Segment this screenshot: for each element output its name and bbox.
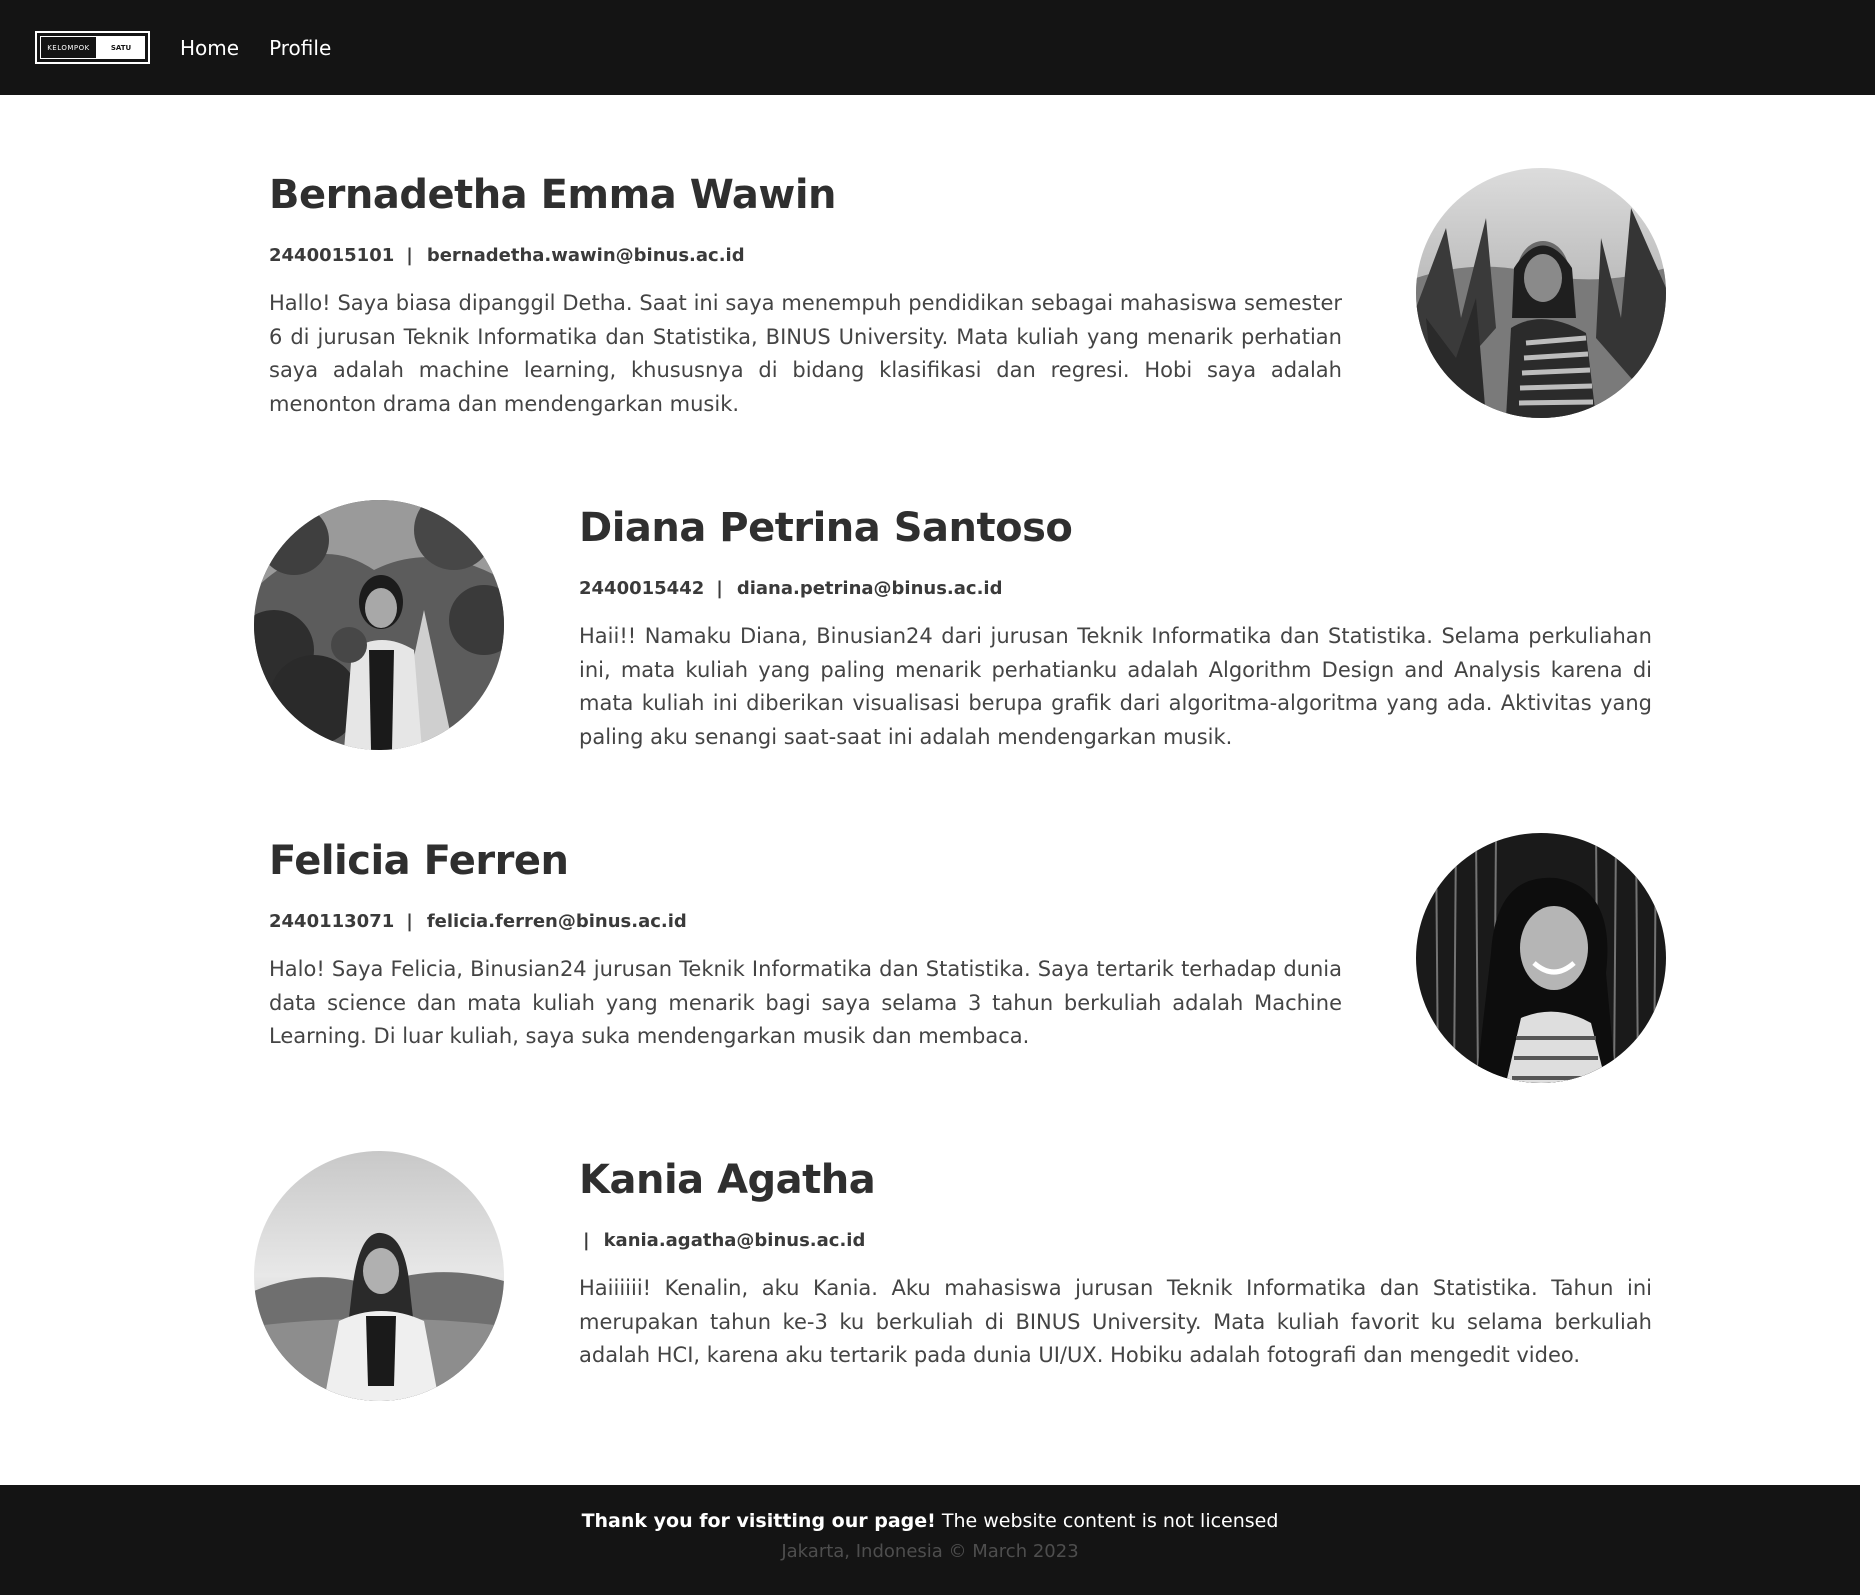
profile-photo-kania [254,1151,504,1401]
profile-meta: | kania.agatha@binus.ac.id [579,1230,865,1251]
profile-name: Bernadetha Emma Wawin [269,172,837,218]
logo-right-text: SATU [97,36,145,59]
logo-left-text: KELOMPOK [40,36,97,59]
profile-nim: 2440113071 [269,911,395,932]
profile-photo-diana [254,500,504,750]
profile-meta: 2440015442 | diana.petrina@binus.ac.id [579,578,1002,599]
meta-separator: | [406,245,413,266]
nav-link-home[interactable]: Home [180,36,239,60]
footer-thanks: Thank you for visitting our page! [581,1510,936,1532]
profile-bio: Haiiiiii! Kenalin, aku Kania. Aku mahasi… [579,1276,1652,1368]
profile-card-bernadetha: Bernadetha Emma Wawin 2440015101 | bernade… [269,172,1342,432]
profile-name: Felicia Ferren [269,838,569,884]
profile-name: Kania Agatha [579,1157,876,1203]
profile-name: Diana Petrina Santoso [579,505,1073,551]
profile-photo-bernadetha [1416,168,1666,418]
profile-nim: 2440015442 [579,578,705,599]
logo[interactable]: KELOMPOK SATU [35,31,150,64]
profile-card-diana: Diana Petrina Santoso 2440015442 | diana.p… [579,505,1652,765]
profile-email: bernadetha.wawin@binus.ac.id [426,245,745,266]
meta-separator: | [406,911,413,932]
profile-photo-felicia [1416,833,1666,1083]
profile-card-felicia: Felicia Ferren 2440113071 | felicia.ferren… [269,838,1342,1098]
profile-meta: 2440113071 | felicia.ferren@binus.ac.id [269,911,687,932]
footer-location: Jakarta, Indonesia © March 2023 [781,1541,1079,1562]
footer-message: Thank you for visitting our page! The we… [0,1510,1860,1532]
meta-separator: | [716,578,723,599]
profile-bio: Haii!! Namaku Diana, Binusian24 dari jur… [579,624,1652,749]
profile-email: diana.petrina@binus.ac.id [736,578,1003,599]
profile-nim: 2440015101 [269,245,395,266]
profile-bio: Halo! Saya Felicia, Binusian24 jurusan T… [269,957,1342,1049]
profile-email: felicia.ferren@binus.ac.id [426,911,687,932]
footer: Thank you for visitting our page! The we… [0,1485,1860,1595]
profile-email: kania.agatha@binus.ac.id [603,1230,866,1251]
nav-link-profile[interactable]: Profile [269,36,331,60]
navbar: KELOMPOK SATU Home Profile [0,0,1875,95]
profile-card-kania: Kania Agatha | kania.agatha@binus.ac.id H… [579,1157,1652,1417]
profile-meta: 2440015101 | bernadetha.wawin@binus.ac.id [269,245,745,266]
meta-separator: | [583,1230,590,1251]
footer-license: The website content is not licensed [941,1510,1279,1532]
profile-bio: Hallo! Saya biasa dipanggil Detha. Saat … [269,291,1342,416]
